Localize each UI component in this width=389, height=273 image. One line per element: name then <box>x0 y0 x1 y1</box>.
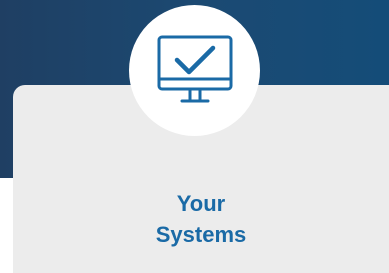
monitor-check-icon <box>157 35 232 102</box>
icon-badge <box>129 5 260 136</box>
card-title: Your Systems <box>13 188 389 250</box>
card-title-line2: Systems <box>155 222 247 247</box>
card-title-line1: Your <box>176 191 226 216</box>
